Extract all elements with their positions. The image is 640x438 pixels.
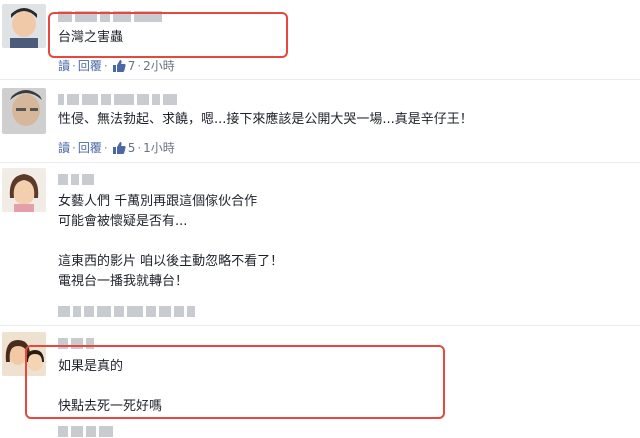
divider bbox=[0, 79, 640, 80]
comment-actions-blurred bbox=[58, 424, 113, 438]
commenter-name-blurred[interactable] bbox=[58, 9, 162, 23]
reply-link[interactable]: 回覆 bbox=[78, 57, 102, 74]
avatar[interactable] bbox=[2, 4, 46, 48]
reply-link[interactable]: 回覆 bbox=[78, 139, 102, 156]
read-link[interactable]: 讀 bbox=[58, 57, 70, 74]
timestamp[interactable]: 1小時 bbox=[143, 139, 175, 156]
thumbs-up-icon[interactable] bbox=[112, 59, 126, 72]
comment-text: 女藝人們 千萬別再跟這個傢伙合作 可能會被懷疑是否有... 這東西的影片 咱以後… bbox=[58, 194, 284, 289]
divider bbox=[0, 162, 640, 163]
comment-actions: 讀 · 回覆 · 5 · 1小時 bbox=[58, 139, 175, 156]
thumbs-up-icon[interactable] bbox=[112, 141, 126, 154]
divider bbox=[0, 325, 640, 326]
like-count: 7 bbox=[127, 58, 136, 73]
avatar[interactable] bbox=[2, 332, 46, 376]
comment-actions-blurred bbox=[58, 304, 195, 318]
comment-text: 台灣之害蟲 bbox=[58, 30, 124, 45]
comment-text: 性侵、無法勃起、求饒，嗯...接下來應該是公開大哭一場...真是辛仔王！ bbox=[58, 112, 473, 127]
like-count: 5 bbox=[127, 140, 136, 155]
read-link[interactable]: 讀 bbox=[58, 139, 70, 156]
comment-actions: 讀 · 回覆 · 7 · 2小時 bbox=[58, 57, 175, 74]
commenter-name-blurred[interactable] bbox=[58, 92, 177, 106]
commenter-name-blurred[interactable] bbox=[58, 336, 94, 350]
comment-text: 如果是真的 快點去死一死好嗎 bbox=[58, 359, 163, 414]
timestamp[interactable]: 2小時 bbox=[143, 57, 175, 74]
commenter-name-blurred[interactable] bbox=[58, 172, 94, 186]
avatar[interactable] bbox=[2, 168, 46, 212]
avatar[interactable] bbox=[2, 88, 46, 134]
